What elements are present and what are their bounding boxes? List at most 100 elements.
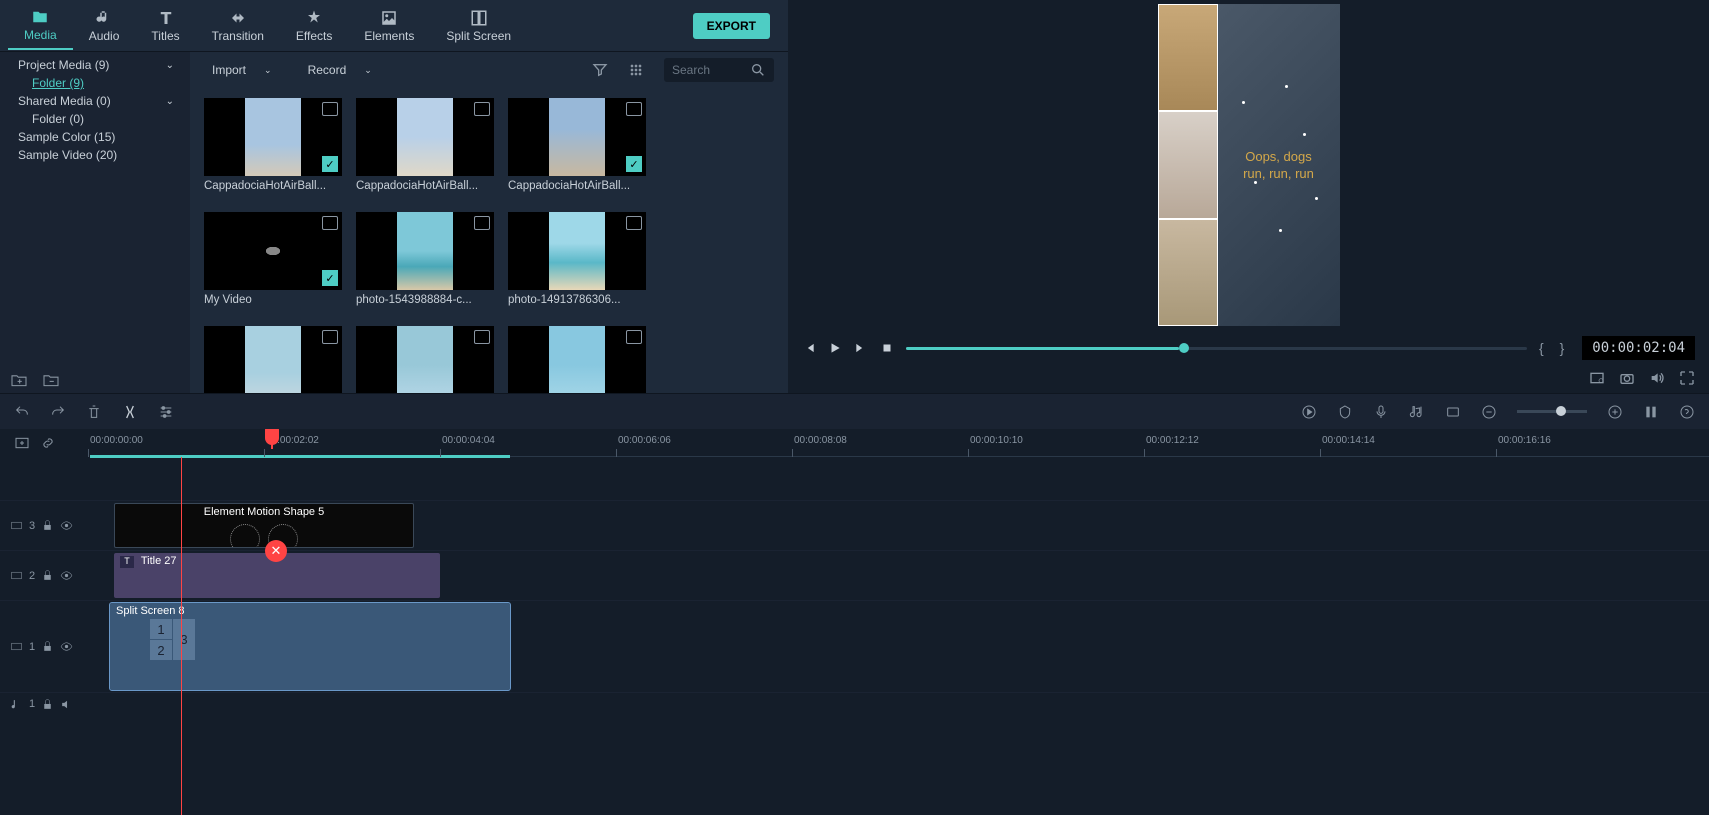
- ruler-mark: 00:00:16:16: [1498, 435, 1551, 446]
- sidebar-item-folder-9[interactable]: Folder (9): [0, 74, 190, 92]
- media-thumbnail[interactable]: ✓: [508, 98, 646, 176]
- split-icon[interactable]: [122, 404, 138, 420]
- media-thumbnail[interactable]: [356, 326, 494, 393]
- record-dropdown[interactable]: Record ⌄: [300, 59, 380, 81]
- split-cell-1: [1158, 4, 1218, 111]
- track-video-1[interactable]: 1 Split Screen 8 1 2 3: [0, 601, 1709, 693]
- visibility-icon[interactable]: [60, 569, 73, 582]
- sidebar-item-sample-color[interactable]: Sample Color (15): [0, 128, 190, 146]
- zoom-in-icon[interactable]: [1607, 404, 1623, 420]
- render-icon[interactable]: [1301, 404, 1317, 420]
- zoom-out-icon[interactable]: [1481, 404, 1497, 420]
- tab-transition[interactable]: Transition: [196, 3, 280, 49]
- playhead-grip[interactable]: [265, 429, 279, 445]
- marker-icon[interactable]: [1337, 404, 1353, 420]
- overlay-title-text: Oops, dogs run, run, run: [1243, 149, 1314, 183]
- redo-icon[interactable]: [50, 404, 66, 420]
- media-item[interactable]: CappadociaHotAirBall...: [356, 98, 494, 192]
- media-thumbnail[interactable]: ✓: [204, 212, 342, 290]
- image-badge-icon: [322, 102, 338, 116]
- crop-icon[interactable]: [1445, 404, 1461, 420]
- track-video-3[interactable]: 3 Element Motion Shape 5: [0, 501, 1709, 551]
- play-button[interactable]: [828, 341, 842, 355]
- zoom-handle[interactable]: [1556, 406, 1566, 416]
- media-item[interactable]: [356, 326, 494, 393]
- track-video-2[interactable]: 2 ✕ T Title 27: [0, 551, 1709, 601]
- clip-split-screen-8[interactable]: Split Screen 8 1 2 3: [110, 603, 510, 690]
- delete-folder-icon[interactable]: [42, 373, 60, 387]
- media-thumbnail[interactable]: [356, 98, 494, 176]
- volume-icon[interactable]: [1649, 370, 1665, 386]
- link-icon[interactable]: [40, 435, 56, 451]
- sidebar-item-shared-media[interactable]: Shared Media (0) ⌄: [0, 92, 190, 110]
- timeline-ruler[interactable]: 00:00:00:0000:00:02:0200:00:04:0400:00:0…: [90, 429, 1709, 457]
- media-browser: Import ⌄ Record ⌄: [190, 52, 788, 393]
- lock-icon[interactable]: [41, 569, 54, 582]
- sidebar-item-folder-0[interactable]: Folder (0): [0, 110, 190, 128]
- voiceover-icon[interactable]: [1373, 404, 1389, 420]
- media-thumbnail[interactable]: [204, 326, 342, 393]
- media-thumbnail[interactable]: [508, 212, 646, 290]
- ruler-mark: 00:00:08:08: [794, 435, 847, 446]
- search-box[interactable]: [664, 58, 774, 82]
- sidebar-item-project-media[interactable]: Project Media (9) ⌄: [0, 56, 190, 74]
- stop-button[interactable]: [880, 341, 894, 355]
- image-badge-icon: [474, 330, 490, 344]
- media-thumbnail[interactable]: ✓: [204, 98, 342, 176]
- sidebar-label: Sample Video (20): [18, 148, 117, 162]
- media-item[interactable]: [204, 326, 342, 393]
- lock-icon[interactable]: [41, 519, 54, 532]
- next-frame-button[interactable]: [854, 341, 868, 355]
- progress-handle[interactable]: [1179, 343, 1189, 353]
- track-spacer: [0, 457, 1709, 501]
- media-item[interactable]: ✓My Video: [204, 212, 342, 306]
- fullscreen-icon[interactable]: [1679, 370, 1695, 386]
- prev-frame-button[interactable]: [802, 341, 816, 355]
- progress-fill: [906, 347, 1179, 350]
- media-item[interactable]: photo-1543988884-c...: [356, 212, 494, 306]
- timecode-display: 00:00:02:04: [1582, 336, 1695, 360]
- timeline-toolbar: [0, 393, 1709, 429]
- mute-icon[interactable]: [60, 698, 73, 711]
- lock-icon[interactable]: [41, 640, 54, 653]
- preview-progress-bar[interactable]: [906, 347, 1527, 350]
- tab-media[interactable]: Media: [8, 2, 73, 50]
- track-audio-1[interactable]: 1: [0, 693, 1709, 715]
- media-item[interactable]: [508, 326, 646, 393]
- zoom-fit-icon[interactable]: [1643, 404, 1659, 420]
- undo-icon[interactable]: [14, 404, 30, 420]
- media-thumbnail[interactable]: [356, 212, 494, 290]
- transition-marker[interactable]: ✕: [265, 540, 287, 562]
- search-input[interactable]: [672, 63, 742, 77]
- media-thumbnail[interactable]: [508, 326, 646, 393]
- audio-mixer-icon[interactable]: [1409, 404, 1425, 420]
- tab-titles[interactable]: Titles: [135, 3, 195, 49]
- playhead[interactable]: [271, 429, 273, 449]
- filter-icon[interactable]: [592, 62, 608, 78]
- zoom-slider[interactable]: [1517, 410, 1587, 413]
- media-item[interactable]: ✓CappadociaHotAirBall...: [204, 98, 342, 192]
- clip-element-motion[interactable]: Element Motion Shape 5: [114, 503, 414, 548]
- add-track-icon[interactable]: [14, 435, 30, 451]
- split-right-main: Oops, dogs run, run, run: [1218, 4, 1340, 326]
- tab-elements[interactable]: Elements: [348, 3, 430, 49]
- media-item[interactable]: ✓CappadociaHotAirBall...: [508, 98, 646, 192]
- delete-icon[interactable]: [86, 404, 102, 420]
- tab-audio[interactable]: Audio: [73, 3, 136, 49]
- quality-icon[interactable]: [1589, 370, 1605, 386]
- tab-split-screen[interactable]: Split Screen: [430, 3, 527, 49]
- mark-in-out-icon[interactable]: { }: [1539, 340, 1570, 356]
- help-icon[interactable]: [1679, 404, 1695, 420]
- media-item[interactable]: photo-14913786306...: [508, 212, 646, 306]
- visibility-icon[interactable]: [60, 519, 73, 532]
- lock-icon[interactable]: [41, 698, 54, 711]
- new-folder-icon[interactable]: [10, 373, 28, 387]
- grid-view-icon[interactable]: [628, 62, 644, 78]
- tab-effects[interactable]: Effects: [280, 3, 348, 49]
- snapshot-icon[interactable]: [1619, 370, 1635, 386]
- sidebar-item-sample-video[interactable]: Sample Video (20): [0, 146, 190, 164]
- export-button[interactable]: EXPORT: [693, 13, 770, 39]
- visibility-icon[interactable]: [60, 640, 73, 653]
- adjust-icon[interactable]: [158, 404, 174, 420]
- import-dropdown[interactable]: Import ⌄: [204, 59, 280, 81]
